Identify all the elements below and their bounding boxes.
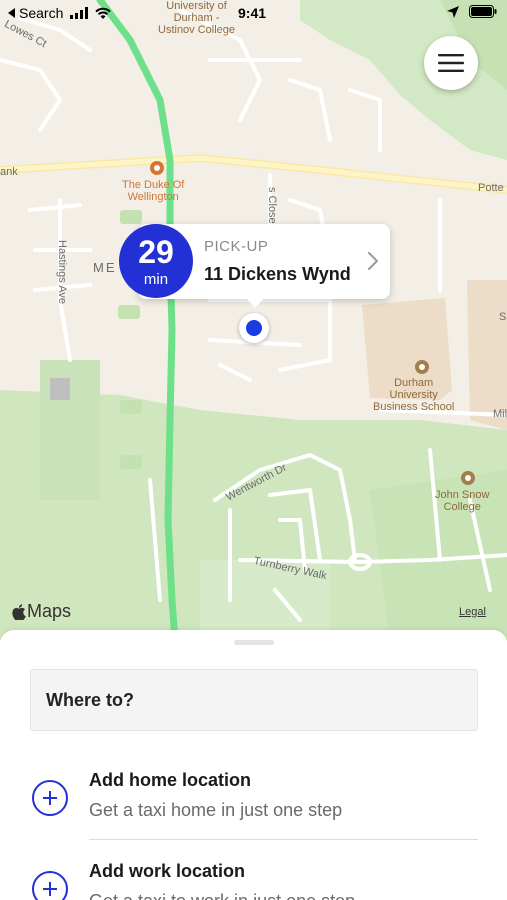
battery-icon (469, 5, 497, 18)
bottom-sheet: Where to? Add home location Get a taxi h… (0, 630, 507, 900)
signal-icon (70, 7, 89, 19)
legal-link[interactable]: Legal (459, 606, 486, 618)
add-home-subtitle: Get a taxi home in just one step (89, 800, 343, 820)
destination-search-placeholder: Where to? (46, 690, 134, 710)
current-location-dot (239, 313, 269, 343)
map-label-john-snow-college: John Snow College (435, 489, 490, 513)
map-label-duke-of-wellington: The Duke Of Wellington (122, 179, 185, 203)
add-home-location-row[interactable]: Add home location Get a taxi home in jus… (0, 760, 507, 850)
maps-brand-text: Maps (27, 601, 72, 621)
map-label-me: ME (93, 260, 117, 275)
add-work-subtitle: Get a taxi to work in just one step (89, 891, 355, 900)
row-divider (89, 839, 478, 840)
map-label-hastings-ave: Hastings Ave (56, 240, 68, 305)
map-label-potters: Potte (478, 182, 504, 194)
pickup-address: 11 Dickens Wynd (204, 264, 351, 284)
hamburger-menu-icon (438, 54, 464, 72)
eta-unit: min (143, 271, 169, 288)
status-right (447, 5, 497, 18)
map-label-close: s Close (266, 187, 278, 224)
maps-brand: Maps (12, 601, 71, 622)
eta-badge: 29 min (119, 224, 193, 298)
status-back-label: Search (19, 5, 64, 21)
map-label-business-school: Durham University Business School (373, 377, 455, 413)
map-view[interactable]: University of Durham - Ustinov College L… (0, 0, 507, 640)
chevron-right-icon (368, 252, 378, 270)
back-triangle-icon (8, 8, 15, 18)
wifi-icon (95, 7, 112, 19)
menu-button[interactable] (424, 36, 478, 90)
eta-value: 29 (138, 234, 174, 270)
status-time: 9:41 (238, 5, 267, 21)
status-bar: Search 9:41 (0, 0, 507, 26)
status-back-to-search[interactable]: Search (8, 5, 112, 21)
apple-logo-icon (12, 603, 26, 620)
map-label-s: S (499, 311, 507, 323)
sheet-drag-handle[interactable] (234, 640, 274, 645)
pickup-label: PICK-UP (204, 238, 269, 255)
destination-search-field[interactable]: Where to? (30, 669, 478, 731)
add-work-location-row[interactable]: Add work location Get a taxi to work in … (0, 851, 507, 900)
map-label-mill: Mil (493, 408, 507, 420)
location-arrow-icon (447, 5, 459, 18)
add-home-title: Add home location (89, 770, 251, 790)
add-circle-icon (32, 780, 68, 816)
add-work-title: Add work location (89, 861, 246, 881)
map-label-bank: ank (0, 166, 18, 178)
add-circle-icon (32, 871, 68, 900)
